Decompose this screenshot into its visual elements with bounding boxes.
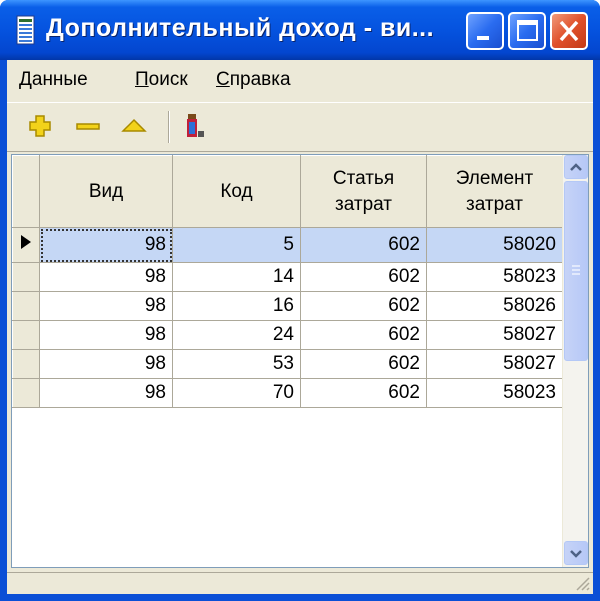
menu-search-mnemonic: П [135,69,149,90]
table-row[interactable]: 98 53 602 58027 [12,349,563,379]
column-header-label: Вид [88,180,124,202]
grip-lines-icon [572,265,580,275]
scroll-thumb[interactable] [564,181,588,361]
menu-help[interactable]: Справка [216,69,291,91]
grid-cell[interactable]: 58023 [426,262,563,292]
row-indicator[interactable] [12,291,40,321]
grid-cell[interactable]: 602 [300,291,427,321]
chevron-down-icon [570,550,582,558]
minimize-button[interactable] [466,12,504,50]
table-row[interactable]: 98 14 602 58023 [12,262,563,292]
row-indicator[interactable] [12,378,40,408]
grid-cell[interactable]: 58027 [426,349,563,379]
grid-cell[interactable]: 98 [39,262,173,292]
column-header-cost-item[interactable]: Статья затрат [300,155,427,228]
app-icon [16,15,35,45]
menu-data[interactable]: Данные [19,69,88,91]
status-bar [7,572,593,594]
filter-icon[interactable] [179,111,209,141]
column-header-kod[interactable]: Код [172,155,301,228]
row-indicator[interactable] [12,349,40,379]
menu-bar: Данные Поиск Справка [7,60,593,102]
column-header-label: Код [220,180,253,202]
table-row[interactable]: 98 24 602 58027 [12,320,563,350]
menu-data-mnemonic: Д [19,69,32,90]
menu-help-mnemonic: С [216,69,230,90]
title-bar[interactable]: Дополнительный доход - ви... [0,0,600,60]
chevron-up-icon [570,163,582,171]
column-header-label-line2: затрат [466,193,523,215]
grid-cell[interactable]: 602 [300,227,427,263]
close-button[interactable] [550,12,588,50]
grid-cell[interactable]: 53 [172,349,301,379]
window-title: Дополнительный доход - ви... [46,14,435,42]
minimize-icon [477,36,489,40]
toolbar [7,102,593,152]
grid-cell[interactable]: 14 [172,262,301,292]
grid-cell[interactable]: 58026 [426,291,563,321]
table-row[interactable]: 98 70 602 58023 [12,378,563,408]
current-row-arrow-icon [21,235,31,249]
grid-cell[interactable]: 58027 [426,320,563,350]
application-window: Дополнительный доход - ви... Данные Поис… [0,0,600,601]
column-header-label-line2: затрат [335,193,392,215]
grid-cell[interactable]: 98 [39,320,173,350]
grid-cell[interactable]: 98 [39,349,173,379]
menu-help-label: правка [229,69,291,90]
table-row[interactable]: 98 5 602 58020 [12,227,563,263]
grid-corner [12,155,40,228]
grid-cell[interactable]: 98 [39,291,173,321]
grid-cell[interactable]: 58020 [426,227,563,263]
scroll-down-button[interactable] [564,541,588,565]
grid-cell[interactable]: 602 [300,320,427,350]
delete-icon[interactable] [73,111,103,141]
column-header-cost-element[interactable]: Элемент затрат [426,155,563,228]
column-header-vid[interactable]: Вид [39,155,173,228]
grid-cell[interactable]: 602 [300,262,427,292]
grid-cell[interactable]: 58023 [426,378,563,408]
row-indicator[interactable] [12,262,40,292]
window-client-area: Данные Поиск Справка Вид Код Статья затр… [7,60,593,594]
scroll-up-button[interactable] [564,155,588,179]
grid-cell[interactable]: 5 [172,227,301,263]
menu-search[interactable]: Поиск [135,69,188,91]
grid-header-row: Вид Код Статья затрат Элемент затрат [12,155,563,228]
grid-cell[interactable]: 70 [172,378,301,408]
data-grid[interactable]: Вид Код Статья затрат Элемент затрат 98 5 … [11,154,589,568]
maximize-button[interactable] [508,12,546,50]
grid-cell[interactable]: 98 [39,227,173,263]
grid-cell[interactable]: 24 [172,320,301,350]
menu-data-label: анные [31,69,88,90]
row-indicator[interactable] [12,227,40,263]
resize-grip-icon[interactable] [573,574,591,592]
menu-search-label: оиск [148,69,188,90]
post-icon[interactable] [119,111,149,141]
add-icon[interactable] [25,111,55,141]
grid-cell[interactable]: 16 [172,291,301,321]
close-icon [559,20,579,42]
vertical-scrollbar[interactable] [562,155,588,567]
column-header-label: Элемент [455,167,534,189]
column-header-label: Статья [332,167,395,189]
grid-cell[interactable]: 98 [39,378,173,408]
toolbar-separator [168,111,170,143]
table-row[interactable]: 98 16 602 58026 [12,291,563,321]
grid-cell[interactable]: 602 [300,378,427,408]
grid-table: Вид Код Статья затрат Элемент затрат 98 5 … [12,155,563,408]
grid-cell[interactable]: 602 [300,349,427,379]
maximize-icon [517,20,538,41]
row-indicator[interactable] [12,320,40,350]
